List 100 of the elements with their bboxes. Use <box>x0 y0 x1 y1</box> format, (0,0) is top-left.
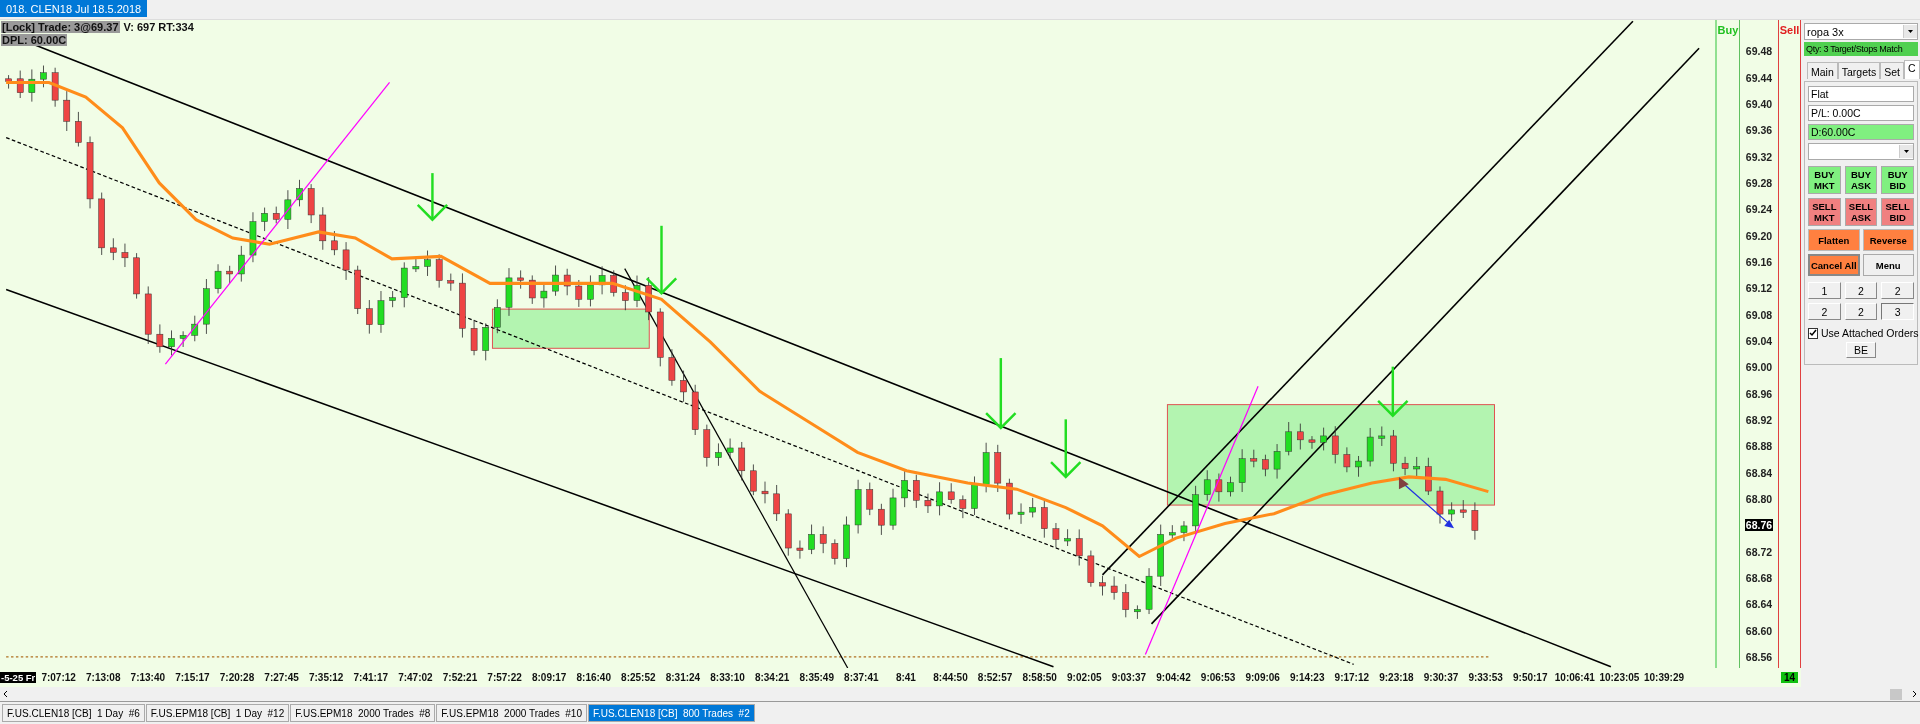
chart-tab[interactable]: F.US.CLEN18 [CB] 1 Day #6 <box>2 704 145 722</box>
time-label: 9:23:18 <box>1378 672 1415 683</box>
candle <box>959 495 967 519</box>
date-label: -5-25 Fr <box>0 672 37 683</box>
candle <box>226 265 233 284</box>
price-label: 68.76 <box>1744 519 1774 532</box>
candle <box>400 261 408 308</box>
time-label: 10:23:05 <box>1598 672 1641 683</box>
quantity-button[interactable]: 2 <box>1844 303 1878 320</box>
candle <box>691 384 699 436</box>
order-button[interactable]: SELL BID <box>1881 198 1914 226</box>
status-field: Flat <box>1808 86 1914 102</box>
candle <box>1215 473 1223 503</box>
candle <box>110 237 117 261</box>
candle <box>808 524 815 555</box>
candle <box>482 322 490 361</box>
time-label: 7:27:45 <box>263 672 300 683</box>
candle <box>1343 446 1351 473</box>
candle <box>1355 455 1362 478</box>
candle <box>563 268 571 296</box>
sell-label: Sell <box>1779 24 1800 36</box>
window-tab[interactable]: 018. CLEN18 Jul 18.5.2018 <box>0 0 148 17</box>
candle <box>1029 497 1036 518</box>
time-label: 9:06:53 <box>1199 672 1237 683</box>
action-button[interactable]: Flatten <box>1808 229 1860 251</box>
candle <box>1110 575 1118 601</box>
panel-tab[interactable]: Main <box>1807 62 1838 79</box>
panel-tab[interactable]: Targets <box>1837 62 1881 79</box>
chart-tab[interactable]: F.US.CLEN18 [CB] 800 Trades #2 <box>587 704 755 722</box>
price-label: 69.20 <box>1744 229 1774 242</box>
candle <box>1099 575 1106 596</box>
price-label: 69.48 <box>1744 45 1774 58</box>
chart-tab[interactable]: F.US.EPM18 [CB] 1 Day #12 <box>145 704 290 722</box>
candle <box>1145 567 1153 615</box>
candle <box>16 70 24 99</box>
price-label: 69.32 <box>1744 150 1774 163</box>
chart-tab[interactable]: F.US.EPM18 2000 Trades #10 <box>436 704 587 722</box>
down-arrow <box>645 225 678 295</box>
buy-label: Buy <box>1717 24 1739 36</box>
action-button[interactable]: Cancel All <box>1808 254 1860 276</box>
candle <box>680 370 687 403</box>
chart-info-text: [Lock] Trade: 3@69.37 <box>1 21 120 33</box>
candle <box>1203 469 1211 502</box>
time-label: 7:47:02 <box>397 672 434 683</box>
time-label: 8:44:50 <box>932 672 969 683</box>
order-button[interactable]: BUY MKT <box>1808 166 1841 194</box>
quantity-button[interactable]: 1 <box>1808 282 1841 299</box>
checkbox-label: Use Attached Orders <box>1821 327 1919 339</box>
quantity-button[interactable]: 2 <box>1844 282 1878 299</box>
time-label: 8:34:21 <box>753 672 791 683</box>
quantity-button[interactable]: 2 <box>1881 282 1914 299</box>
down-arrow <box>985 358 1017 430</box>
time-label: 10:06:41 <box>1553 672 1596 683</box>
time-label: 8:37:41 <box>843 672 880 683</box>
quantity-button[interactable]: 2 <box>1808 303 1841 320</box>
candle <box>924 493 932 514</box>
candle <box>63 90 71 132</box>
quantity-button[interactable]: 3 <box>1881 303 1914 320</box>
candle <box>715 442 722 467</box>
candle <box>1331 425 1339 464</box>
panel-tab[interactable]: Set <box>1880 62 1904 79</box>
candle <box>424 250 431 277</box>
action-button[interactable]: Menu <box>1862 254 1914 276</box>
candle <box>552 265 559 297</box>
time-label: 8:25:52 <box>620 672 657 683</box>
candle <box>528 275 536 305</box>
price-label: 68.60 <box>1744 624 1774 637</box>
be-button[interactable]: BE <box>1846 342 1876 358</box>
order-button[interactable]: BUY ASK <box>1844 166 1878 194</box>
time-label: 8:52:57 <box>976 672 1014 683</box>
candle <box>470 319 478 356</box>
order-button[interactable]: SELL ASK <box>1844 198 1878 226</box>
action-button[interactable]: Reverse <box>1862 229 1914 251</box>
caret-icon <box>1903 25 1917 38</box>
chart-tab[interactable]: F.US.EPM18 2000 Trades #8 <box>290 704 436 722</box>
account-dropdown[interactable]: ropa 3x <box>1804 23 1918 40</box>
checkbox[interactable] <box>1808 327 1818 339</box>
candle <box>412 256 420 273</box>
candle <box>750 464 757 496</box>
candle <box>366 299 373 335</box>
candle <box>261 207 268 232</box>
candle <box>1052 522 1060 548</box>
candle <box>28 69 36 103</box>
candle <box>133 252 140 300</box>
time-label: 7:57:22 <box>486 672 523 683</box>
candle <box>1157 524 1164 587</box>
candle <box>971 476 978 516</box>
order-button[interactable]: SELL MKT <box>1808 198 1841 226</box>
candle <box>1087 550 1095 588</box>
candle <box>1041 500 1048 539</box>
time-label: 9:33:53 <box>1467 672 1504 683</box>
candle <box>633 275 641 308</box>
price-label: 68.92 <box>1744 414 1774 426</box>
candle <box>878 503 885 536</box>
order-button[interactable]: BUY BID <box>1881 166 1914 194</box>
candle <box>1390 429 1397 472</box>
candle <box>1448 501 1455 522</box>
candle <box>843 516 850 568</box>
candle <box>947 482 955 505</box>
scroll-thumb[interactable] <box>1890 688 1902 700</box>
